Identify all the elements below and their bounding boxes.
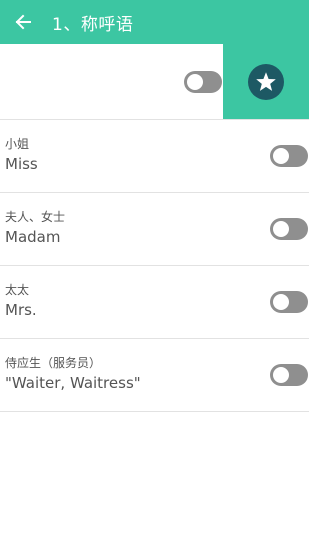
back-button[interactable] [0,0,46,44]
toggle-knob [273,148,289,164]
item-english-text: Mrs. [5,301,37,319]
arrow-left-icon [15,14,31,30]
summary-row [0,44,309,120]
item-english-text: Madam [5,228,61,246]
toggle-knob [273,367,289,383]
item-toggle-switch[interactable] [270,218,308,240]
list-item[interactable]: 太太 Mrs. [0,266,309,339]
list-item[interactable]: 侍应生（服务员） "Waiter, Waitress" [0,339,309,412]
page-title: 1、称呼语 [52,14,134,35]
item-toggle-switch[interactable] [270,145,308,167]
item-english-text: "Waiter, Waitress" [5,374,141,392]
app-screen: 1、称呼语 小姐 Miss 夫人、女士 Madam 太太 Mrs. 侍应生（服务… [0,0,309,550]
star-icon [256,71,276,91]
star-badge [248,63,284,100]
toggle-knob [187,74,203,90]
item-english-text: Miss [5,155,38,173]
item-chinese-text: 太太 [5,283,30,297]
toggle-knob [273,294,289,310]
toggle-knob [273,221,289,237]
list-item[interactable]: 小姐 Miss [0,120,309,193]
item-toggle-switch[interactable] [270,291,308,313]
item-chinese-text: 小姐 [5,137,30,151]
item-toggle-switch[interactable] [270,364,308,386]
item-chinese-text: 夫人、女士 [5,210,66,224]
app-bar: 1、称呼语 [0,0,309,44]
phrase-list: 小姐 Miss 夫人、女士 Madam 太太 Mrs. 侍应生（服务员） "Wa… [0,120,309,412]
item-chinese-text: 侍应生（服务员） [5,356,102,370]
favorite-button[interactable] [223,44,309,119]
all-toggle-switch[interactable] [184,71,222,93]
list-item[interactable]: 夫人、女士 Madam [0,193,309,266]
